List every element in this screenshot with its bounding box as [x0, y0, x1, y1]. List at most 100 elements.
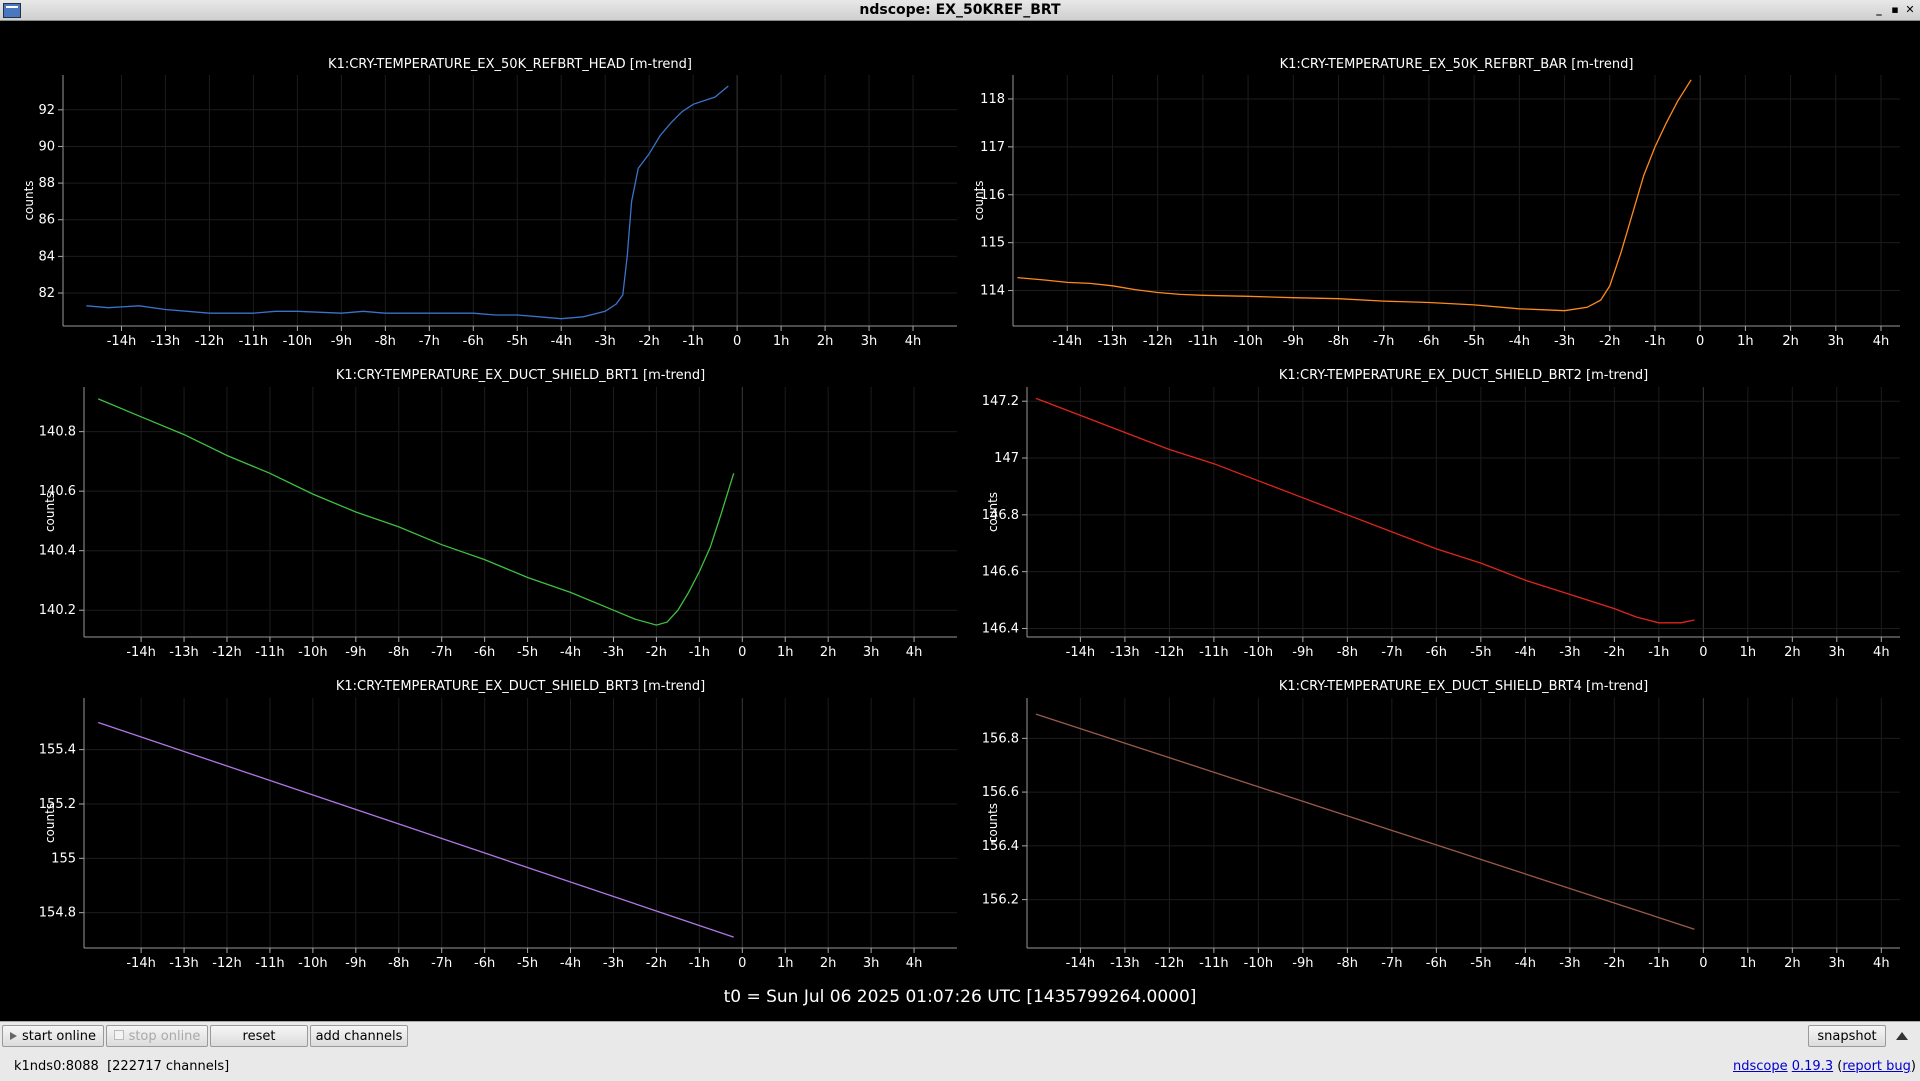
x-tick-label: -9h: [1292, 956, 1313, 971]
x-tick-label: 2h: [1782, 334, 1799, 349]
x-tick-label: -10h: [298, 956, 327, 971]
x-tick-label: -10h: [1233, 334, 1262, 349]
x-tick-label: -2h: [639, 334, 660, 349]
plot-area: K1:CRY-TEMPERATURE_EX_50K_REFBRT_HEAD [m…: [0, 21, 1920, 1021]
x-tick-label: -7h: [431, 956, 452, 971]
y-tick-label: 140.2: [39, 603, 76, 618]
trend-line: [97, 398, 735, 626]
x-tick-label: -6h: [474, 956, 495, 971]
plot-title: K1:CRY-TEMPERATURE_EX_50K_REFBRT_HEAD [m…: [328, 57, 692, 72]
snapshot-button[interactable]: snapshot: [1808, 1025, 1886, 1047]
x-tick-label: -4h: [1515, 645, 1536, 660]
start-online-label: start online: [21, 1029, 97, 1044]
bottom-toolbar: start online stop online reset add chann…: [0, 1021, 1920, 1081]
y-tick-label: 147: [994, 451, 1019, 466]
x-tick-label: -11h: [255, 956, 284, 971]
x-tick-label: -12h: [195, 334, 224, 349]
x-tick-label: -12h: [212, 645, 241, 660]
x-tick-label: 2h: [820, 645, 837, 660]
x-tick-label: -4h: [551, 334, 572, 349]
y-tick-label: 146.8: [982, 508, 1019, 523]
x-tick-label: -5h: [1464, 334, 1485, 349]
x-tick-label: 1h: [773, 334, 790, 349]
x-tick-label: -12h: [1155, 645, 1184, 660]
x-tick-label: 4h: [905, 334, 922, 349]
x-tick-label: -7h: [1381, 956, 1402, 971]
x-tick-label: -4h: [560, 645, 581, 660]
plot-5: K1:CRY-TEMPERATURE_EX_DUCT_SHIELD_BRT3 […: [39, 679, 957, 971]
x-tick-label: 1h: [777, 645, 794, 660]
x-tick-label: -14h: [1053, 334, 1082, 349]
y-tick-label: 155: [51, 851, 76, 866]
x-tick-label: 1h: [1740, 956, 1757, 971]
t0-label: t0 = Sun Jul 06 2025 01:07:26 UTC [14357…: [723, 987, 1197, 1007]
x-tick-label: -13h: [169, 645, 198, 660]
x-tick-label: -11h: [239, 334, 268, 349]
window-titlebar: ndscope: EX_50KREF_BRT _ ▪ ✕: [0, 0, 1920, 21]
ndscope-link[interactable]: ndscope: [1733, 1059, 1788, 1074]
maximize-button[interactable]: ▪: [1888, 0, 1902, 20]
x-tick-label: -8h: [1337, 956, 1358, 971]
x-tick-label: 0: [1696, 334, 1704, 349]
y-tick-label: 156.8: [982, 731, 1019, 746]
y-axis-label: counts: [22, 180, 36, 220]
version-link[interactable]: 0.19.3: [1792, 1059, 1833, 1074]
x-tick-label: 2h: [820, 956, 837, 971]
x-tick-label: -1h: [689, 645, 710, 660]
x-tick-label: 0: [733, 334, 741, 349]
x-tick-label: -1h: [683, 334, 704, 349]
x-tick-label: 4h: [906, 645, 923, 660]
x-tick-label: -9h: [331, 334, 352, 349]
y-tick-label: 147.2: [982, 394, 1019, 409]
x-tick-label: -6h: [474, 645, 495, 660]
y-tick-label: 156.6: [982, 785, 1019, 800]
minimize-button[interactable]: _: [1872, 0, 1886, 20]
y-tick-label: 155.4: [39, 743, 76, 758]
x-tick-label: -14h: [107, 334, 136, 349]
stop-online-label: stop online: [128, 1029, 201, 1044]
x-tick-label: -13h: [1110, 645, 1139, 660]
report-bug-link[interactable]: report bug: [1842, 1059, 1911, 1074]
x-tick-label: -2h: [646, 956, 667, 971]
plots-canvas[interactable]: K1:CRY-TEMPERATURE_EX_50K_REFBRT_HEAD [m…: [0, 21, 1920, 1021]
reset-button[interactable]: reset: [210, 1025, 308, 1047]
app-icon: [3, 3, 21, 18]
x-tick-label: -1h: [1648, 956, 1669, 971]
stop-icon: [113, 1030, 124, 1040]
expand-arrow-icon[interactable]: [1896, 1032, 1908, 1040]
x-tick-label: -3h: [603, 645, 624, 660]
x-tick-label: 4h: [1873, 956, 1890, 971]
x-tick-label: -9h: [345, 956, 366, 971]
x-tick-label: -4h: [1509, 334, 1530, 349]
stop-online-button[interactable]: stop online: [106, 1025, 208, 1047]
x-tick-label: 2h: [1784, 645, 1801, 660]
plot-3: K1:CRY-TEMPERATURE_EX_DUCT_SHIELD_BRT1 […: [39, 368, 957, 660]
y-tick-label: 82: [38, 286, 55, 301]
y-tick-label: 146.4: [982, 621, 1019, 636]
x-tick-label: -10h: [1244, 645, 1273, 660]
close-button[interactable]: ✕: [1903, 0, 1917, 20]
x-tick-label: -5h: [507, 334, 528, 349]
x-tick-label: -14h: [126, 645, 155, 660]
x-tick-label: -2h: [1604, 956, 1625, 971]
y-tick-label: 146.6: [982, 565, 1019, 580]
x-tick-label: -13h: [1110, 956, 1139, 971]
x-tick-label: -3h: [1559, 645, 1580, 660]
channel-count: [222717 channels]: [107, 1059, 230, 1074]
x-tick-label: -13h: [151, 334, 180, 349]
x-tick-label: -5h: [1470, 645, 1491, 660]
x-tick-label: -2h: [1604, 645, 1625, 660]
y-tick-label: 156.4: [982, 839, 1019, 854]
start-online-button[interactable]: start online: [2, 1025, 104, 1047]
y-tick-label: 156.2: [982, 893, 1019, 908]
plot-2: K1:CRY-TEMPERATURE_EX_50K_REFBRT_BAR [m-…: [972, 57, 1900, 349]
x-tick-label: -12h: [212, 956, 241, 971]
x-tick-label: -4h: [560, 956, 581, 971]
x-tick-label: -11h: [1199, 956, 1228, 971]
add-channels-button[interactable]: add channels: [310, 1025, 408, 1047]
y-tick-label: 88: [38, 176, 55, 191]
y-tick-label: 140.8: [39, 425, 76, 440]
x-tick-label: -8h: [1328, 334, 1349, 349]
x-tick-label: 3h: [1828, 334, 1845, 349]
y-tick-label: 86: [38, 213, 55, 228]
